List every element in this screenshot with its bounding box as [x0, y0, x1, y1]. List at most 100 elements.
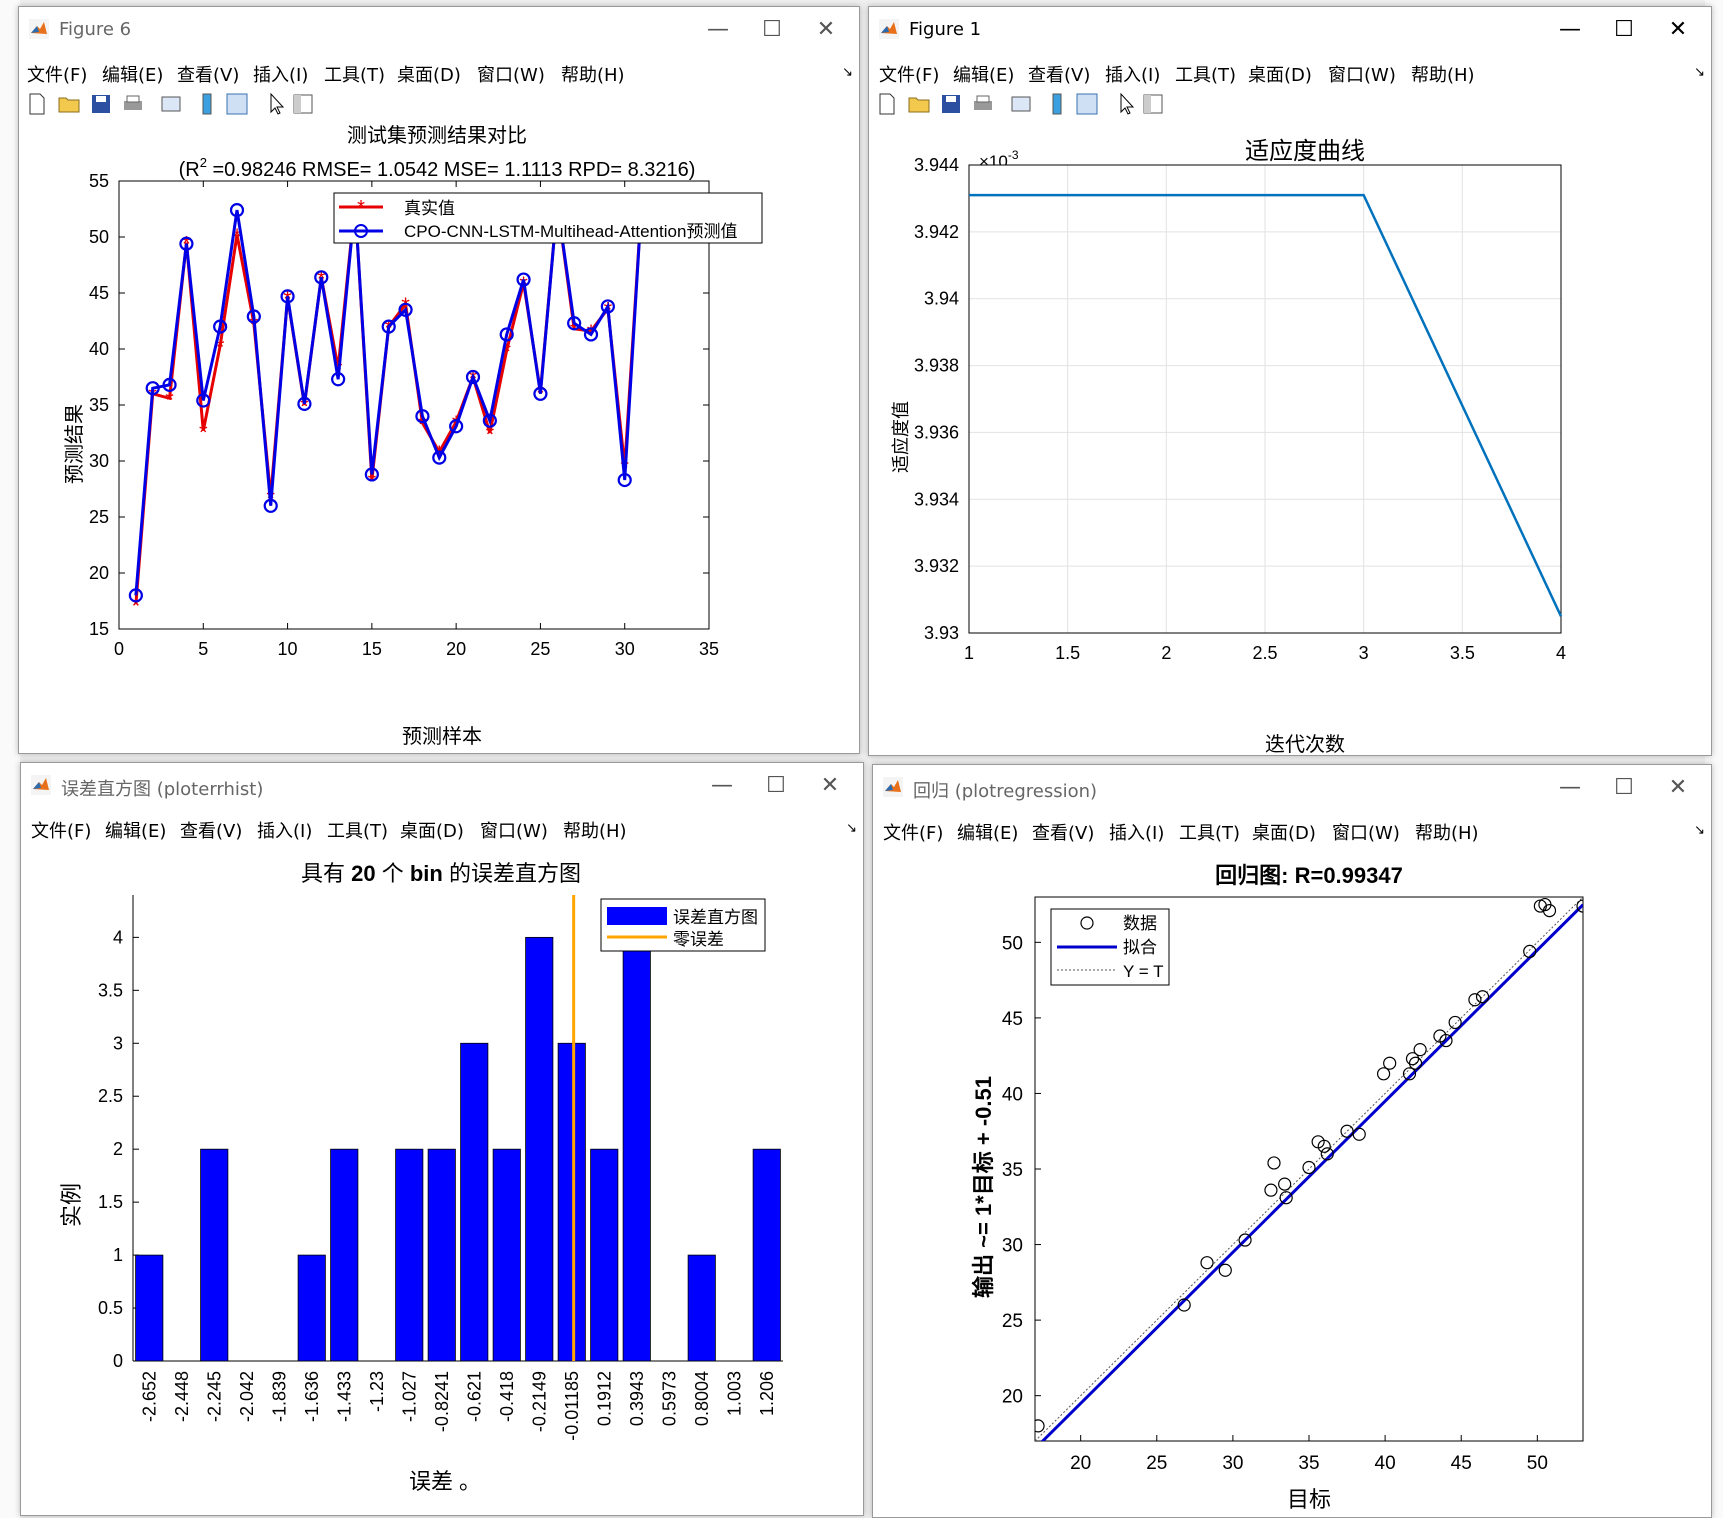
menu-tools[interactable]: 工具(T) — [327, 817, 388, 843]
menu-window[interactable]: 窗口(W) — [477, 61, 545, 87]
dock-arrow-icon[interactable]: ↘ — [1694, 823, 1705, 838]
menu-file[interactable]: 文件(F) — [883, 819, 943, 845]
menu-edit[interactable]: 编辑(E) — [953, 61, 1014, 87]
menu-view[interactable]: 查看(V) — [1032, 819, 1094, 845]
menu-tools[interactable]: 工具(T) — [324, 61, 385, 87]
close-button[interactable]: ✕ — [1655, 771, 1701, 805]
figure6-titlebar[interactable]: Figure 6 — ☐ ✕ — [19, 7, 859, 53]
minimize-button[interactable]: — — [695, 13, 741, 47]
maximize-button[interactable]: ☐ — [1601, 771, 1647, 805]
colorbar-icon[interactable] — [1045, 92, 1069, 116]
menu-desktop[interactable]: 桌面(D) — [1248, 61, 1312, 87]
legend[interactable]: 数据 拟合 Y = T — [1050, 908, 1170, 986]
menu-file[interactable]: 文件(F) — [27, 61, 87, 87]
y-tick-label: 4 — [113, 927, 123, 947]
x-tick-label: -0.2149 — [529, 1371, 549, 1432]
minimize-button[interactable]: — — [699, 769, 745, 803]
errhist-window[interactable]: 误差直方图 (ploterrhist) — ☐ ✕ 文件(F) 编辑(E) 查看… — [20, 762, 864, 1516]
dock-arrow-icon[interactable]: ↘ — [842, 65, 853, 80]
menu-view[interactable]: 查看(V) — [177, 61, 239, 87]
menu-help[interactable]: 帮助(H) — [563, 817, 627, 843]
property-editor-icon[interactable] — [291, 92, 315, 116]
figure6-chart: 测试集预测结果对比 (R2 =0.98246 RMSE= 1.0542 MSE=… — [63, 124, 763, 748]
menu-edit[interactable]: 编辑(E) — [957, 819, 1018, 845]
save-icon[interactable] — [939, 92, 963, 116]
link-plot-icon[interactable] — [1009, 92, 1033, 116]
colorbar-icon[interactable] — [195, 92, 219, 116]
x-tick-label: 25 — [530, 639, 550, 659]
legend-fit-label: 拟合 — [1123, 938, 1157, 957]
menu-view[interactable]: 查看(V) — [180, 817, 242, 843]
menu-insert[interactable]: 插入(I) — [253, 61, 308, 87]
legend-true-star: * — [357, 197, 365, 219]
legend[interactable]: * 真实值 CPO-CNN-LSTM-Multihead-Attention预测… — [333, 192, 763, 244]
menu-window[interactable]: 窗口(W) — [1332, 819, 1400, 845]
menu-window[interactable]: 窗口(W) — [1328, 61, 1396, 87]
menu-edit[interactable]: 编辑(E) — [105, 817, 166, 843]
close-button[interactable]: ✕ — [807, 769, 853, 803]
menu-tools[interactable]: 工具(T) — [1175, 61, 1236, 87]
x-axis-label: 目标 — [1287, 1487, 1331, 1512]
new-figure-icon[interactable] — [875, 92, 899, 116]
histogram-bar — [135, 1254, 164, 1362]
minimize-button[interactable]: — — [1547, 771, 1593, 805]
save-icon[interactable] — [89, 92, 113, 116]
menu-desktop[interactable]: 桌面(D) — [1252, 819, 1316, 845]
x-tick-label: -2.042 — [237, 1371, 257, 1422]
menu-window[interactable]: 窗口(W) — [480, 817, 548, 843]
menu-view[interactable]: 查看(V) — [1028, 61, 1090, 87]
menu-help[interactable]: 帮助(H) — [1411, 61, 1475, 87]
maximize-button[interactable]: ☐ — [753, 769, 799, 803]
x-tick-label: -1.636 — [302, 1371, 322, 1422]
print-icon[interactable] — [971, 92, 995, 116]
minimize-button[interactable]: — — [1547, 13, 1593, 47]
menu-file[interactable]: 文件(F) — [31, 817, 91, 843]
figure1-window[interactable]: Figure 1 — ☐ ✕ 文件(F) 编辑(E) 查看(V) 插入(I) 工… — [868, 6, 1712, 756]
regression-titlebar[interactable]: 回归 (plotregression) — ☐ ✕ — [873, 765, 1711, 811]
pointer-icon[interactable] — [265, 92, 289, 116]
maximize-button[interactable]: ☐ — [1601, 13, 1647, 47]
menu-tools[interactable]: 工具(T) — [1179, 819, 1240, 845]
dock-arrow-icon[interactable]: ↘ — [1694, 65, 1705, 80]
close-button[interactable]: ✕ — [1655, 13, 1701, 47]
errhist-chart: 具有 20 个 bin 的误差直方图 误差 。 实例 0 0.5 1 1.5 2 2.5 3… — [59, 861, 783, 1494]
legend-icon[interactable] — [1075, 92, 1099, 116]
figure6-title: Figure 6 — [59, 19, 132, 40]
y-tick-label: 40 — [1002, 1084, 1023, 1105]
open-file-icon[interactable] — [57, 92, 81, 116]
new-figure-icon[interactable] — [25, 92, 49, 116]
legend-icon[interactable] — [225, 92, 249, 116]
pointer-icon[interactable] — [1115, 92, 1139, 116]
y-tick-label: 30 — [89, 451, 109, 471]
histogram-bar — [330, 1148, 359, 1362]
chart-title: 测试集预测结果对比 — [347, 124, 527, 147]
regression-window[interactable]: 回归 (plotregression) — ☐ ✕ 文件(F) 编辑(E) 查看… — [872, 764, 1712, 1518]
figure6-plot-area: 测试集预测结果对比 (R2 =0.98246 RMSE= 1.0542 MSE=… — [19, 123, 859, 753]
regression-plot-area: 回归图: R=0.99347 目标 输出 ~= 1*目标 + -0.51 20 2… — [873, 847, 1711, 1517]
figure6-window[interactable]: Figure 6 — ☐ ✕ 文件(F) 编辑(E) 查看(V) 插入(I) 工… — [18, 6, 860, 754]
menu-help[interactable]: 帮助(H) — [1415, 819, 1479, 845]
link-plot-icon[interactable] — [159, 92, 183, 116]
legend[interactable]: 误差直方图 零误差 — [600, 898, 766, 952]
errhist-titlebar[interactable]: 误差直方图 (ploterrhist) — ☐ ✕ — [21, 763, 863, 809]
regression-title: 回归 (plotregression) — [913, 781, 1098, 802]
menu-file[interactable]: 文件(F) — [879, 61, 939, 87]
x-tick-label: 20 — [1070, 1453, 1091, 1474]
dock-arrow-icon[interactable]: ↘ — [846, 821, 857, 836]
menu-edit[interactable]: 编辑(E) — [102, 61, 163, 87]
close-button[interactable]: ✕ — [803, 13, 849, 47]
menu-insert[interactable]: 插入(I) — [1109, 819, 1164, 845]
menu-desktop[interactable]: 桌面(D) — [400, 817, 464, 843]
property-editor-icon[interactable] — [1141, 92, 1165, 116]
menu-insert[interactable]: 插入(I) — [1105, 61, 1160, 87]
menu-insert[interactable]: 插入(I) — [257, 817, 312, 843]
y-tick-label: 30 — [1002, 1236, 1023, 1257]
print-icon[interactable] — [121, 92, 145, 116]
figure1-titlebar[interactable]: Figure 1 — ☐ ✕ — [869, 7, 1711, 53]
y-tick-label: 1 — [113, 1245, 123, 1265]
open-file-icon[interactable] — [907, 92, 931, 116]
x-tick-label: 2 — [1161, 643, 1171, 663]
menu-help[interactable]: 帮助(H) — [561, 61, 625, 87]
menu-desktop[interactable]: 桌面(D) — [397, 61, 461, 87]
maximize-button[interactable]: ☐ — [749, 13, 795, 47]
